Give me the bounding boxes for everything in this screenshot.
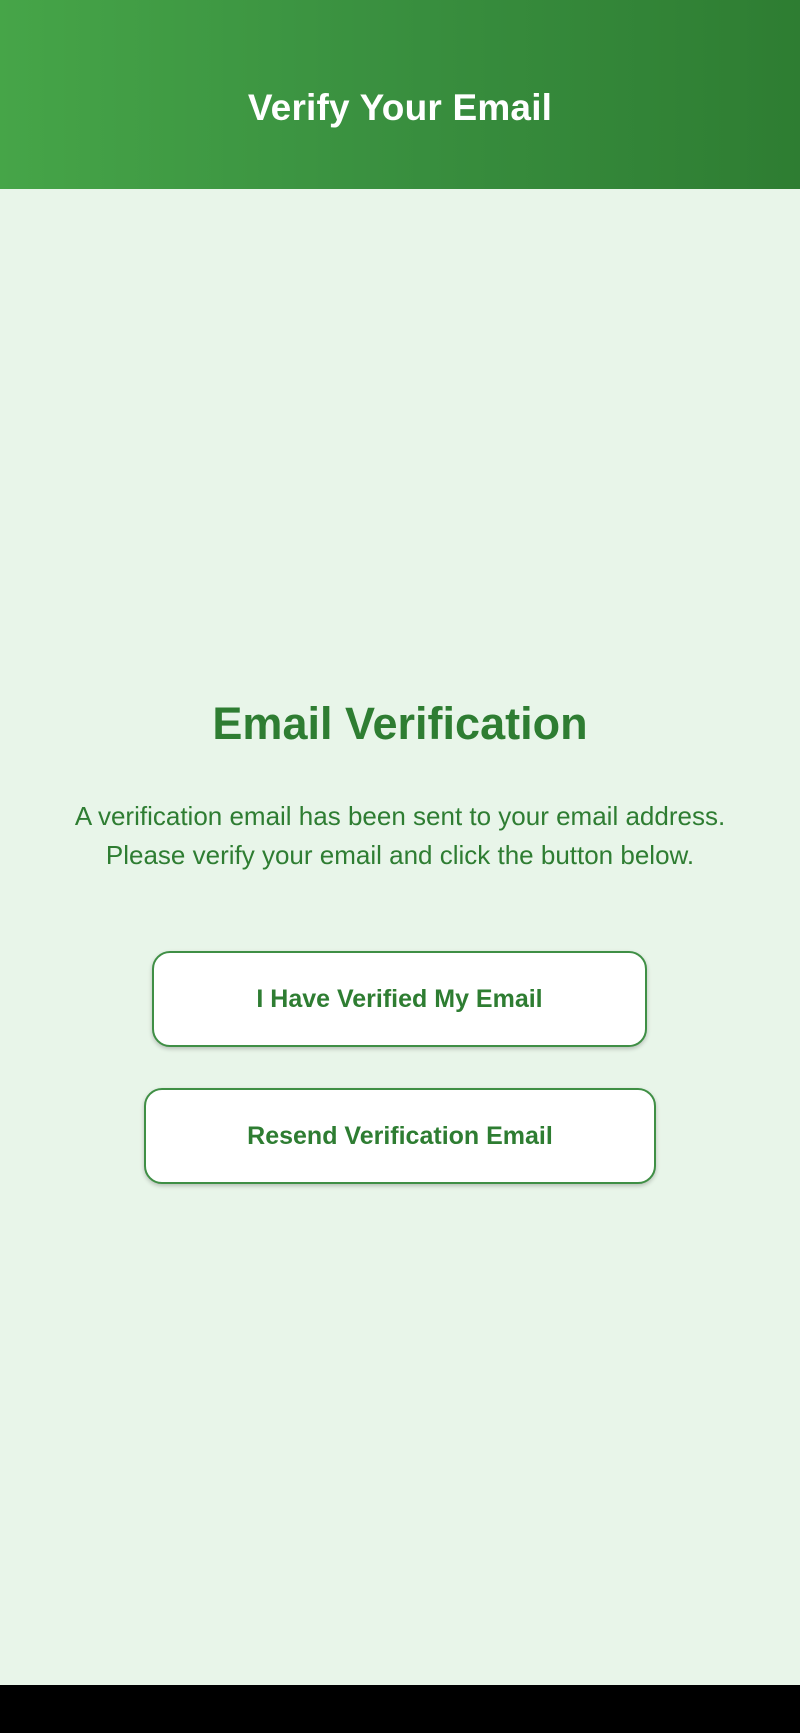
verified-email-button[interactable]: I Have Verified My Email	[152, 951, 647, 1047]
resend-verification-button[interactable]: Resend Verification Email	[144, 1088, 656, 1184]
app-bar: Verify Your Email	[0, 0, 800, 189]
system-navigation-bar	[0, 1685, 800, 1733]
verification-content: Email Verification A verification email …	[0, 189, 800, 1685]
page-heading: Email Verification	[212, 698, 588, 749]
app-bar-title: Verify Your Email	[247, 86, 553, 128]
verification-message: A verification email has been sent to yo…	[74, 801, 726, 870]
